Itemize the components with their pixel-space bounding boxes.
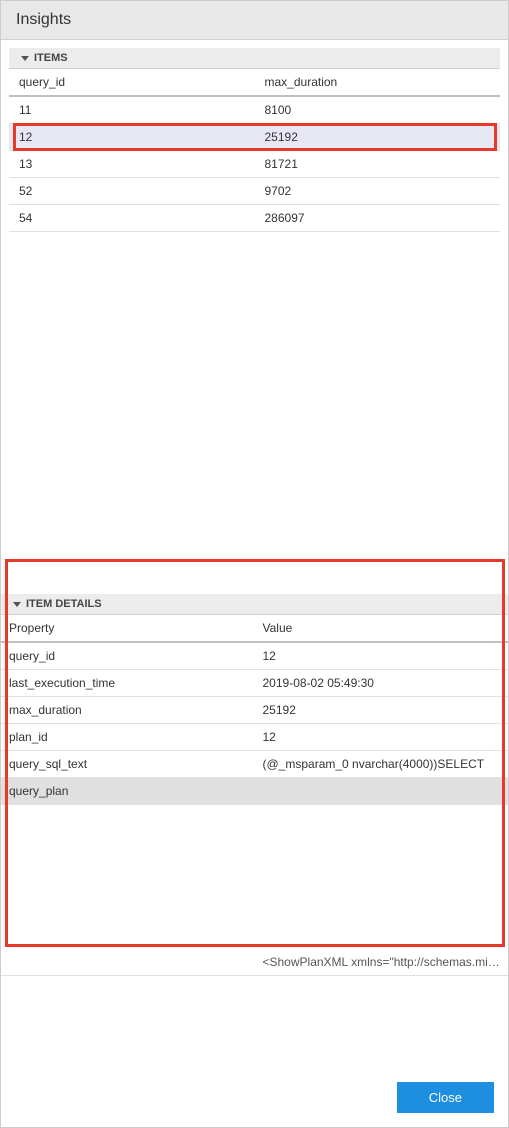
cell-property: last_execution_time xyxy=(1,670,255,697)
dialog-header: Insights xyxy=(1,1,508,40)
items-table: query_id max_duration 11 8100 12 25192 1… xyxy=(9,69,500,232)
table-row[interactable]: 54 286097 xyxy=(9,205,500,232)
details-section-label: ITEM DETAILS xyxy=(26,598,102,610)
cell-value: 25192 xyxy=(255,697,509,724)
table-row[interactable]: last_execution_time 2019-08-02 05:49:30 xyxy=(1,670,508,697)
table-row[interactable]: plan_id 12 xyxy=(1,724,508,751)
cell-query-id: 13 xyxy=(9,151,255,178)
cell-query-id: 54 xyxy=(9,205,255,232)
cell-query-id: 12 xyxy=(9,124,255,151)
table-row[interactable]: 12 25192 xyxy=(9,124,500,151)
cell-property: query_plan xyxy=(1,778,255,805)
close-button[interactable]: Close xyxy=(397,1082,494,1113)
table-row[interactable]: max_duration 25192 xyxy=(1,697,508,724)
cell-property: query_id xyxy=(1,642,255,670)
items-section: ITEMS xyxy=(9,48,500,69)
items-section-header[interactable]: ITEMS xyxy=(9,48,500,69)
cell-max-duration: 9702 xyxy=(255,178,501,205)
cell-max-duration: 25192 xyxy=(255,124,501,151)
cell-value: 12 xyxy=(255,642,509,670)
table-row[interactable]: query_id 12 xyxy=(1,642,508,670)
items-section-label: ITEMS xyxy=(34,52,68,64)
items-area: query_id max_duration 11 8100 12 25192 1… xyxy=(1,69,508,594)
details-col-property[interactable]: Property xyxy=(1,615,255,642)
details-section-header[interactable]: ITEM DETAILS xyxy=(1,594,508,615)
cell-value: 12 xyxy=(255,724,509,751)
details-section: ITEM DETAILS xyxy=(1,594,508,615)
table-row[interactable]: 11 8100 xyxy=(9,96,500,124)
details-area: Property Value query_id 12 last_executio… xyxy=(1,615,508,985)
cell-value: 2019-08-02 05:49:30 xyxy=(255,670,509,697)
cell-query-id: 52 xyxy=(9,178,255,205)
table-row[interactable]: 13 81721 xyxy=(9,151,500,178)
cell-max-duration: 8100 xyxy=(255,96,501,124)
items-col-max-duration[interactable]: max_duration xyxy=(255,69,501,96)
dialog-footer: Close xyxy=(1,1068,508,1127)
caret-down-icon xyxy=(21,56,29,61)
items-col-query-id[interactable]: query_id xyxy=(9,69,255,96)
dialog-title: Insights xyxy=(16,11,71,28)
cell-property: plan_id xyxy=(1,724,255,751)
cell-value: (@_msparam_0 nvarchar(4000))SELECT xyxy=(255,751,509,778)
cell-max-duration: 81721 xyxy=(255,151,501,178)
table-row[interactable]: query_plan xyxy=(1,778,508,805)
cell-property: query_sql_text xyxy=(1,751,255,778)
cell-xml-value: <ShowPlanXML xmlns="http://schemas.micro… xyxy=(255,805,509,976)
caret-down-icon xyxy=(13,602,21,607)
details-table: Property Value query_id 12 last_executio… xyxy=(1,615,508,976)
cell-query-id: 11 xyxy=(9,96,255,124)
cell-property xyxy=(1,805,255,976)
cell-max-duration: 286097 xyxy=(255,205,501,232)
details-col-value[interactable]: Value xyxy=(255,615,509,642)
cell-property: max_duration xyxy=(1,697,255,724)
cell-value xyxy=(255,778,509,805)
table-row[interactable]: query_sql_text (@_msparam_0 nvarchar(400… xyxy=(1,751,508,778)
table-row[interactable]: 52 9702 xyxy=(9,178,500,205)
table-row[interactable]: <ShowPlanXML xmlns="http://schemas.micro… xyxy=(1,805,508,976)
